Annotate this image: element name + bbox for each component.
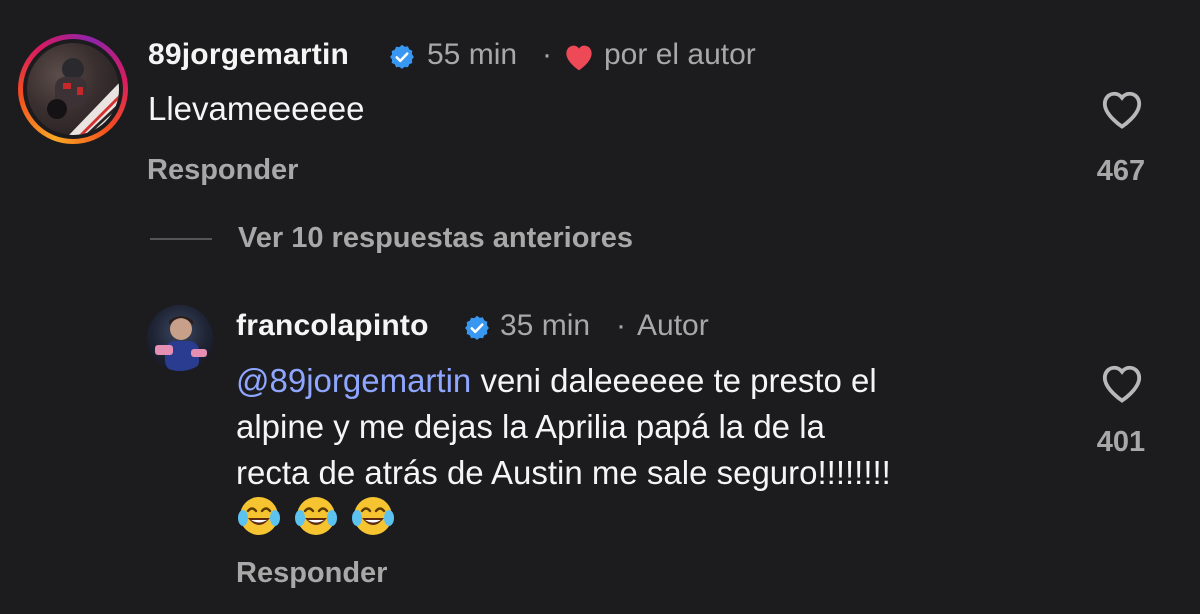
- divider-line: [150, 238, 212, 240]
- view-previous-replies-button[interactable]: Ver 10 respuestas anteriores: [238, 222, 633, 255]
- liked-by-author-label: por el autor: [604, 38, 756, 71]
- reply-button[interactable]: Responder: [236, 557, 387, 590]
- meta-separator: ·: [616, 309, 626, 342]
- verified-badge-icon: [390, 44, 414, 69]
- comment-username[interactable]: 89jorgemartin: [148, 38, 349, 72]
- avatar: [27, 43, 119, 135]
- heart-filled-icon: [566, 45, 592, 71]
- like-heart-icon[interactable]: [1099, 88, 1145, 130]
- reply-text-line-2: alpine y me dejas la Aprilia papá la de …: [236, 408, 825, 445]
- reply-text-line-1: veni daleeeeee te presto el: [471, 362, 877, 399]
- comment-text: Llevameeeeee: [148, 90, 365, 127]
- laughing-tears-emoji-icon: [238, 497, 280, 535]
- comment-timestamp: 55 min: [427, 38, 518, 71]
- laughing-tears-emoji-icon: [352, 497, 394, 535]
- reply-text-line-3: recta de atrás de Austin me sale seguro!…: [236, 454, 891, 491]
- meta-separator: ·: [542, 38, 552, 71]
- avatar-photo-icon: [47, 58, 119, 135]
- reply-username[interactable]: francolapinto: [236, 309, 429, 343]
- like-count: 467: [1096, 155, 1146, 187]
- verified-badge-icon: [465, 315, 489, 340]
- reply-timestamp: 35 min: [500, 309, 591, 342]
- mention-link[interactable]: @89jorgemartin: [236, 362, 471, 399]
- avatar[interactable]: [147, 305, 213, 371]
- emoji-row: [237, 494, 395, 538]
- like-count: 401: [1096, 426, 1146, 458]
- reply-button[interactable]: Responder: [147, 154, 298, 187]
- laughing-tears-emoji-icon: [295, 497, 337, 535]
- like-heart-icon[interactable]: [1099, 362, 1145, 404]
- avatar-photo-icon: [155, 316, 207, 371]
- author-badge: Autor: [637, 309, 709, 342]
- reply-text: @89jorgemartin veni daleeeeee te presto …: [236, 358, 1076, 496]
- story-ring-avatar[interactable]: [18, 34, 128, 144]
